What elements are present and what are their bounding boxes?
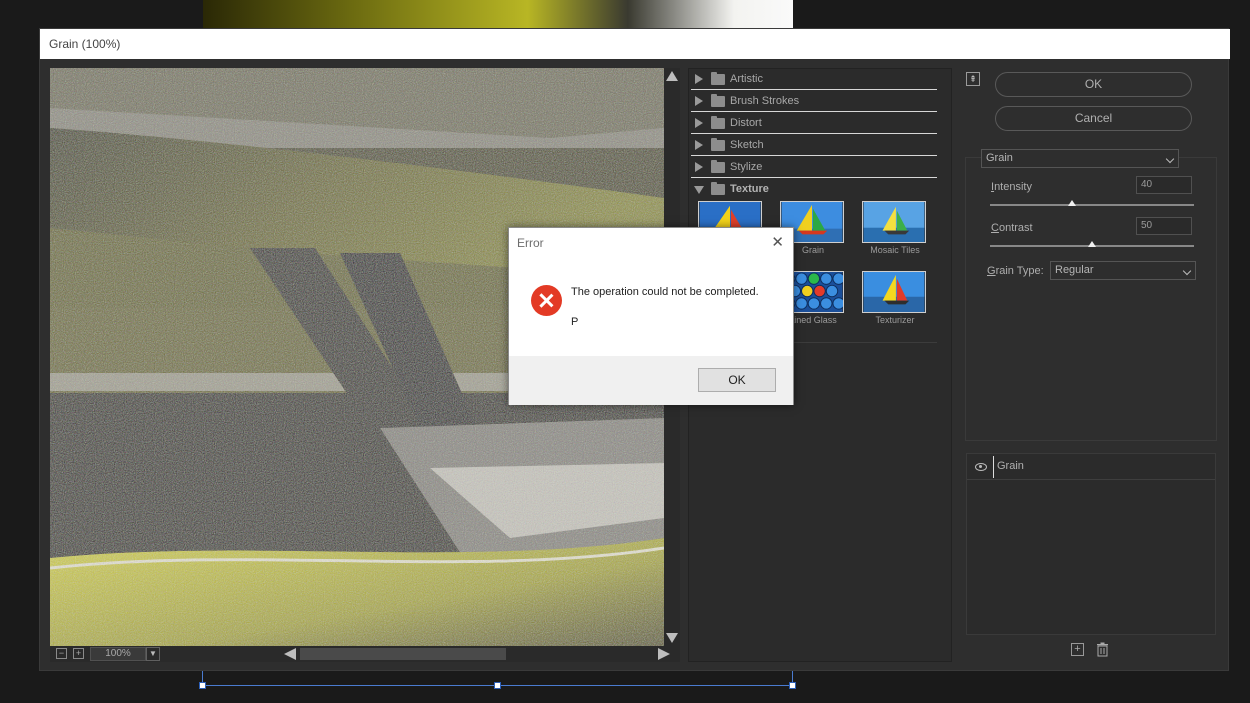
transform-handle[interactable]	[494, 682, 501, 689]
error-message: The operation could not be completed.	[571, 286, 759, 298]
new-effect-layer-icon[interactable]: +	[1071, 643, 1084, 656]
category-artistic[interactable]: Artistic	[691, 69, 937, 90]
collapse-triangle-icon	[694, 186, 704, 194]
eye-icon[interactable]	[975, 463, 987, 471]
folder-icon	[711, 160, 725, 173]
contrast-label: Contrast	[991, 222, 1033, 234]
error-dialog: Error ✕ The operation could not be compl…	[508, 227, 794, 405]
dialog-title: Grain (100%)	[40, 29, 1230, 59]
category-brush-strokes[interactable]: Brush Strokes	[691, 91, 937, 112]
preview-toolbar: − + 100% ▼	[50, 646, 680, 662]
grain-type-value: Regular	[1055, 264, 1094, 276]
category-texture[interactable]: Texture	[691, 179, 937, 200]
folder-icon	[711, 116, 725, 129]
expand-triangle-icon	[695, 74, 703, 84]
folder-icon	[711, 182, 725, 195]
divider	[993, 456, 994, 478]
grain-type-label: Grain Type:	[987, 265, 1044, 277]
effect-layers-panel: Grain	[966, 453, 1216, 635]
category-stylize[interactable]: Stylize	[691, 157, 937, 178]
zoom-level-field[interactable]: 100%	[90, 647, 146, 661]
thumbnail-image	[862, 271, 926, 313]
expand-triangle-icon	[695, 140, 703, 150]
thumbnail-texturizer[interactable]: Texturizer	[862, 271, 928, 327]
category-label: Brush Strokes	[730, 95, 800, 107]
filter-select[interactable]: Grain	[981, 149, 1179, 168]
expand-triangle-icon	[695, 96, 703, 106]
expand-triangle-icon	[695, 118, 703, 128]
category-sketch[interactable]: Sketch	[691, 135, 937, 156]
chevron-down-icon	[1182, 266, 1192, 276]
folder-icon	[711, 72, 725, 85]
error-icon	[531, 285, 562, 316]
transform-handle[interactable]	[199, 682, 206, 689]
scroll-down-icon[interactable]	[666, 633, 678, 643]
folder-icon	[711, 94, 725, 107]
ok-button[interactable]: OK	[995, 72, 1192, 97]
scroll-up-icon[interactable]	[666, 71, 678, 81]
error-ok-button[interactable]: OK	[698, 368, 776, 392]
category-label: Distort	[730, 117, 762, 129]
thumbnail-label: Mosaic Tiles	[870, 245, 920, 255]
scroll-left-icon[interactable]	[284, 648, 296, 660]
thumbnail-mosaic-tiles[interactable]: Mosaic Tiles	[862, 201, 928, 257]
canvas-image	[203, 0, 793, 28]
error-detail: P	[571, 316, 579, 328]
scroll-right-icon[interactable]	[658, 648, 670, 660]
cancel-button[interactable]: Cancel	[995, 106, 1192, 131]
zoom-in-icon[interactable]: +	[73, 648, 84, 659]
filter-select-value: Grain	[986, 152, 1013, 164]
thumbnail-image	[862, 201, 926, 243]
intensity-slider[interactable]	[990, 204, 1194, 206]
intensity-field[interactable]: 40	[1136, 176, 1192, 194]
intensity-label: Intensity	[991, 181, 1032, 193]
close-icon[interactable]: ✕	[771, 233, 784, 251]
grain-type-select[interactable]: Regular	[1050, 261, 1196, 280]
filter-settings-panel: Grain Intensity 40 Contrast 50 Grain Typ…	[965, 149, 1217, 441]
intensity-slider-knob[interactable]	[1067, 200, 1076, 206]
error-dialog-footer: OK	[509, 356, 793, 405]
collapse-gallery-icon[interactable]: ⇞	[966, 72, 980, 86]
horizontal-scroll-thumb[interactable]	[300, 648, 506, 660]
expand-triangle-icon	[695, 162, 703, 172]
thumbnail-label: Texturizer	[875, 315, 915, 325]
category-label: Sketch	[730, 139, 764, 151]
chevron-down-icon	[1165, 154, 1175, 164]
delete-effect-layer-icon[interactable]	[1096, 642, 1109, 657]
zoom-dropdown-chevron-icon[interactable]: ▼	[146, 647, 160, 661]
effect-layer-row[interactable]: Grain	[967, 454, 1215, 480]
category-distort[interactable]: Distort	[691, 113, 937, 134]
category-label: Texture	[730, 183, 769, 195]
transform-handle[interactable]	[789, 682, 796, 689]
contrast-field[interactable]: 50	[1136, 217, 1192, 235]
folder-icon	[711, 138, 725, 151]
category-label: Artistic	[730, 73, 763, 85]
effect-layer-name: Grain	[997, 460, 1024, 472]
error-dialog-title: Error	[517, 236, 544, 250]
contrast-slider-knob[interactable]	[1088, 241, 1096, 247]
zoom-out-icon[interactable]: −	[56, 648, 67, 659]
category-label: Stylize	[730, 161, 763, 173]
